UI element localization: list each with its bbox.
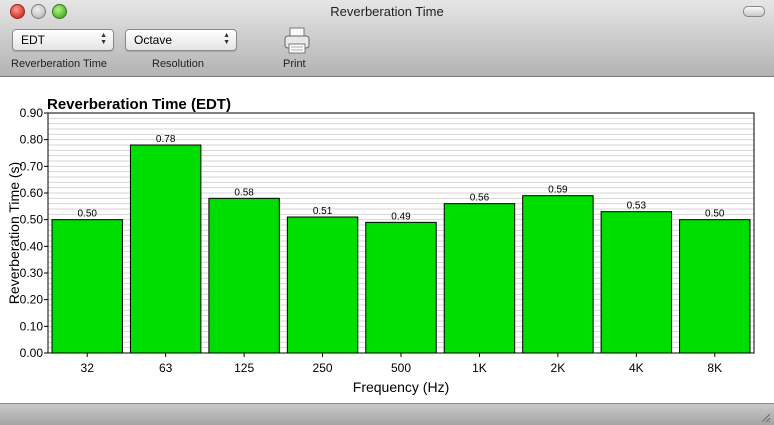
y-tick-label: 0.40	[20, 239, 44, 253]
bar	[679, 219, 751, 354]
x-tick-label: 125	[234, 361, 254, 375]
y-tick-label: 0.50	[20, 213, 44, 227]
bar-value-label: 0.53	[627, 201, 647, 212]
title-bar: Reverberation Time EDT ▲ ▼ Reverberation …	[0, 0, 774, 77]
select-arrows-icon: ▲ ▼	[100, 32, 107, 46]
bar	[600, 211, 673, 354]
bar-value-label: 0.78	[156, 134, 176, 145]
x-axis-label: Frequency (Hz)	[353, 379, 449, 395]
y-axis-label: Reverberation Time (s)	[6, 162, 22, 304]
bar	[51, 219, 123, 354]
y-tick-label: 0.20	[20, 293, 44, 307]
x-axis: 32 63 125 250 500 1K 2K 4K 8K	[81, 353, 722, 375]
select-arrows-icon: ▲ ▼	[223, 32, 230, 46]
bar	[522, 195, 594, 354]
bar-value-label: 0.49	[391, 211, 411, 222]
chart-bars: 0.50 0.78 0.58 0.51 0.49 0.56 0.59 0.53 0.50	[51, 134, 751, 354]
window-title: Reverberation Time	[330, 4, 444, 19]
y-tick-label: 0.60	[20, 186, 44, 200]
y-tick-label: 0.70	[20, 159, 44, 173]
bar-value-label: 0.56	[470, 193, 490, 204]
bar	[129, 144, 202, 354]
measure-select[interactable]: EDT ▲ ▼	[12, 29, 114, 51]
print-label: Print	[283, 58, 306, 70]
resolution-select-value: Octave	[134, 33, 173, 47]
resolution-select-label: Resolution	[152, 58, 204, 70]
app-window: Reverberation Time EDT ▲ ▼ Reverberation …	[0, 0, 774, 425]
x-tick-label: 1K	[472, 361, 487, 375]
x-tick-label: 500	[391, 361, 411, 375]
bar	[365, 221, 437, 354]
bar-chart: Reverberation Time (EDT) 0.500.780.580.5…	[6, 96, 755, 395]
bar	[286, 216, 359, 354]
bar-value-label: 0.51	[313, 206, 333, 217]
bar-value-label: 0.58	[234, 187, 254, 198]
x-tick-label: 250	[313, 361, 333, 375]
y-tick-label: 0.90	[20, 106, 44, 120]
bar	[208, 197, 280, 354]
x-tick-label: 8K	[707, 361, 722, 375]
bar-value-label: 0.59	[548, 185, 568, 196]
y-tick-label: 0.00	[20, 346, 44, 360]
y-axis: 0.00 0.10 0.20 0.30 0.40 0.50 0.60 0.70 0.80 0.90	[20, 106, 48, 360]
chart-title: Reverberation Time (EDT)	[47, 96, 231, 113]
chart-area: Reverberation Time (EDT) 0.50 0.78 0.58 0.5…	[0, 77, 774, 403]
x-tick-label: 32	[81, 361, 95, 375]
y-tick-label: 0.10	[20, 319, 44, 333]
bar-value-label: 0.50	[705, 209, 725, 220]
printer-icon[interactable]	[282, 26, 312, 56]
measure-select-value: EDT	[21, 33, 45, 47]
resolution-select[interactable]: Octave ▲ ▼	[125, 29, 237, 51]
bar-value-label: 0.50	[77, 209, 97, 220]
x-tick-label: 2K	[551, 361, 566, 375]
y-tick-label: 0.80	[20, 133, 44, 147]
toolbar-toggle-button[interactable]	[743, 6, 765, 17]
x-tick-label: 63	[159, 361, 173, 375]
x-tick-label: 4K	[629, 361, 644, 375]
status-bar	[0, 403, 774, 425]
y-tick-label: 0.30	[20, 266, 44, 280]
measure-select-label: Reverberation Time	[11, 58, 107, 70]
resize-grip-icon[interactable]	[759, 411, 771, 423]
bar	[443, 203, 516, 354]
